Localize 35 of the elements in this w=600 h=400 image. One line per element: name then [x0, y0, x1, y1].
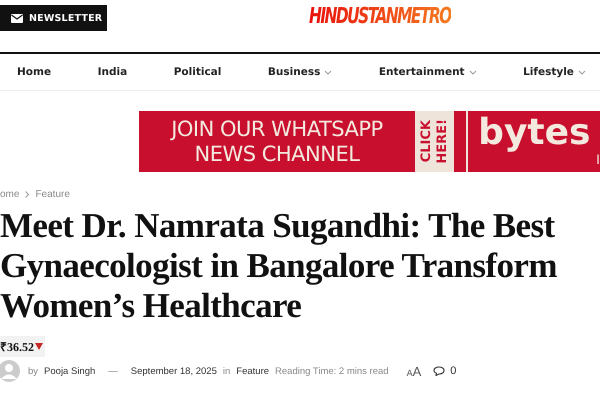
font-size-button[interactable]: AA [406, 364, 422, 378]
ad-headline: JOIN OUR WHATSAPP [171, 116, 383, 142]
nav-link[interactable]: Lifestyle [523, 66, 586, 78]
mail-icon [11, 14, 23, 22]
stock-ticker: ₹36.52 [0, 336, 45, 357]
ad-brand: bytes [478, 111, 592, 155]
ad-brand-sub: I [595, 155, 600, 167]
newsletter-button[interactable]: NEWSLETTER [0, 5, 107, 31]
nav-link[interactable]: Home [17, 66, 52, 78]
nav-link[interactable]: Entertainment [378, 66, 477, 78]
article-title: Women’s Healthcare [0, 286, 302, 326]
chevron-down-icon [324, 70, 332, 74]
article-title: Gynaecologist in Bangalore Transform [0, 246, 558, 286]
chevron-right-icon [25, 190, 30, 198]
chevron-down-icon [578, 70, 586, 74]
nav-link[interactable]: Business [268, 66, 332, 78]
reading-time: Reading Time: 2 mins read [275, 366, 389, 376]
chevron-down-icon [468, 70, 477, 74]
nav-link[interactable]: India [98, 66, 128, 78]
ad-cta: CLICK [420, 120, 434, 163]
breadcrumb-link[interactable]: Feature [35, 188, 70, 200]
comment-icon [433, 366, 446, 376]
ad-headline: NEWS CHANNEL [194, 142, 360, 166]
ad-cta: HERE! [436, 119, 450, 164]
separator: — [108, 366, 118, 376]
article-title: Meet Dr. Namrata Sugandhi: The Best [0, 206, 556, 246]
breadcrumb-link[interactable]: ome [0, 188, 20, 200]
comments-link[interactable]: 0 [433, 365, 456, 377]
ad-banner[interactable]: JOIN OUR WHATSAPP NEWS CHANNEL CLICK HERE! bytes I [139, 111, 600, 172]
category-link[interactable]: Feature [236, 366, 270, 376]
nav-link[interactable]: Political [174, 66, 222, 78]
byline-label: by [28, 366, 38, 376]
publish-date: September 18, 2025 [130, 366, 217, 376]
author-link[interactable]: Pooja Singh [44, 366, 96, 376]
category-label: in [222, 366, 230, 376]
